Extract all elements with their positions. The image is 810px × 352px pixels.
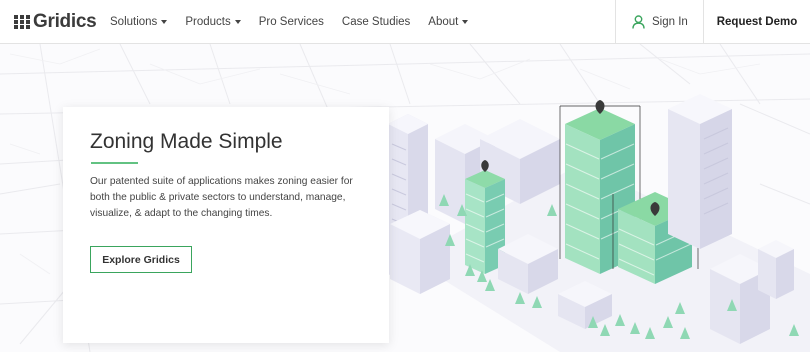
caret-down-icon <box>462 20 469 24</box>
caret-down-icon <box>234 20 241 24</box>
menu-item-label: Solutions <box>110 16 158 28</box>
logo-text: Gridics <box>33 11 97 32</box>
menu-item-label: About <box>428 16 459 28</box>
nav-divider <box>615 0 616 44</box>
hero-card: Zoning Made Simple Our patented suite of… <box>63 107 389 343</box>
caret-down-icon <box>161 20 168 24</box>
hero-section: Zoning Made Simple Our patented suite of… <box>0 44 810 352</box>
explore-gridics-button[interactable]: Explore Gridics <box>90 246 192 273</box>
user-icon <box>632 15 645 29</box>
hero-title: Zoning Made Simple <box>90 130 283 153</box>
menu-item-label: Products <box>185 16 231 28</box>
menu-item-label: Pro Services <box>258 16 324 28</box>
title-underline <box>91 162 138 164</box>
menu-item-label: Case Studies <box>341 16 411 28</box>
logo[interactable]: Gridics <box>14 11 97 33</box>
menu-item-products[interactable]: Products <box>185 16 241 28</box>
city-buildings-illustration <box>388 94 810 352</box>
main-menu: Solutions Products Pro Services Case Stu… <box>110 0 486 44</box>
top-navbar: Gridics Solutions Products Pro Services … <box>0 0 810 44</box>
gridics-logo-icon <box>14 15 30 29</box>
sign-in-link[interactable]: Sign In <box>632 0 688 44</box>
sign-in-label: Sign In <box>652 16 688 28</box>
menu-item-case-studies[interactable]: Case Studies <box>342 16 410 28</box>
hero-description: Our patented suite of applications makes… <box>90 176 353 219</box>
request-demo-button[interactable]: Request Demo <box>704 0 810 44</box>
menu-item-solutions[interactable]: Solutions <box>110 16 168 28</box>
menu-item-about[interactable]: About <box>428 16 469 28</box>
menu-item-pro-services[interactable]: Pro Services <box>259 16 324 28</box>
